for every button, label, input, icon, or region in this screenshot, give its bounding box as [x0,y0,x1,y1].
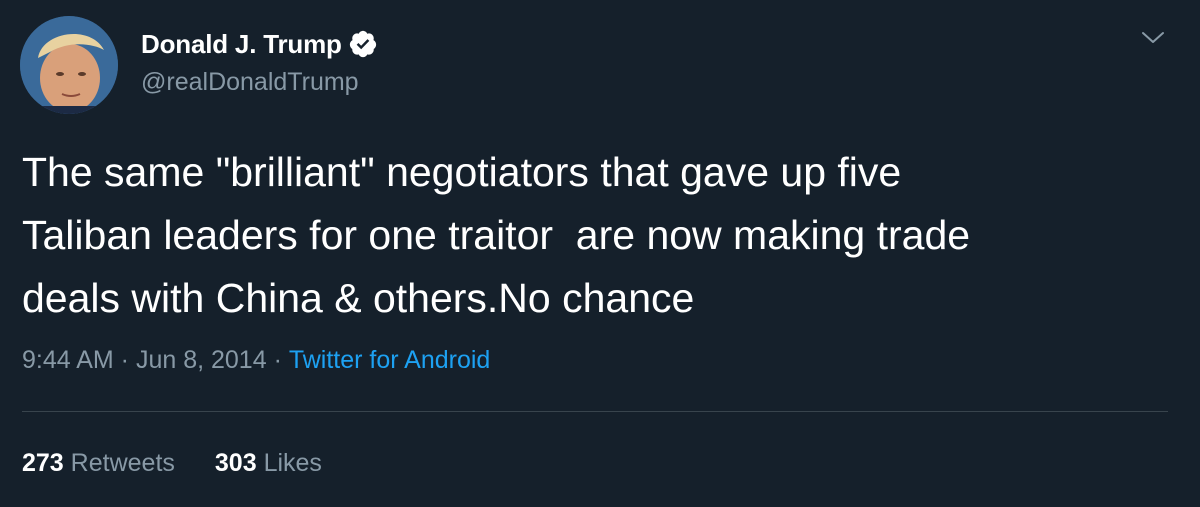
likes-stat[interactable]: 303 Likes [215,449,322,478]
meta-separator: · [113,346,136,374]
retweets-stat[interactable]: 273 Retweets [22,449,175,478]
chevron-down-icon[interactable] [1140,27,1166,47]
tweet-stats: 273 Retweets 303 Likes [22,449,322,478]
retweets-label: Retweets [70,449,175,477]
avatar[interactable] [20,16,118,114]
meta-separator: · [266,346,289,374]
retweets-count: 273 [22,449,64,477]
author-name[interactable]: Donald J. Trump [141,29,342,60]
likes-label: Likes [263,449,322,477]
likes-count: 303 [214,449,257,477]
tweet-card: Donald J. Trump @realDonaldTrump The sam… [0,0,1200,507]
author-name-row[interactable]: Donald J. Trump [141,28,378,60]
tweet-meta: 9:44 AM · Jun 8, 2014 · Twitter for Andr… [22,346,490,375]
verified-badge-icon [349,30,376,58]
author-handle[interactable]: @realDonaldTrump [141,68,359,97]
tweet-text: The same "brilliant" negotiators that ga… [22,149,971,321]
tweet-source-link[interactable]: Twitter for Android [289,346,490,375]
tweet-time[interactable]: 9:44 AM [22,346,114,375]
tweet-date[interactable]: Jun 8, 2014 [136,346,267,375]
avatar-image [20,16,118,114]
divider [22,411,1168,412]
